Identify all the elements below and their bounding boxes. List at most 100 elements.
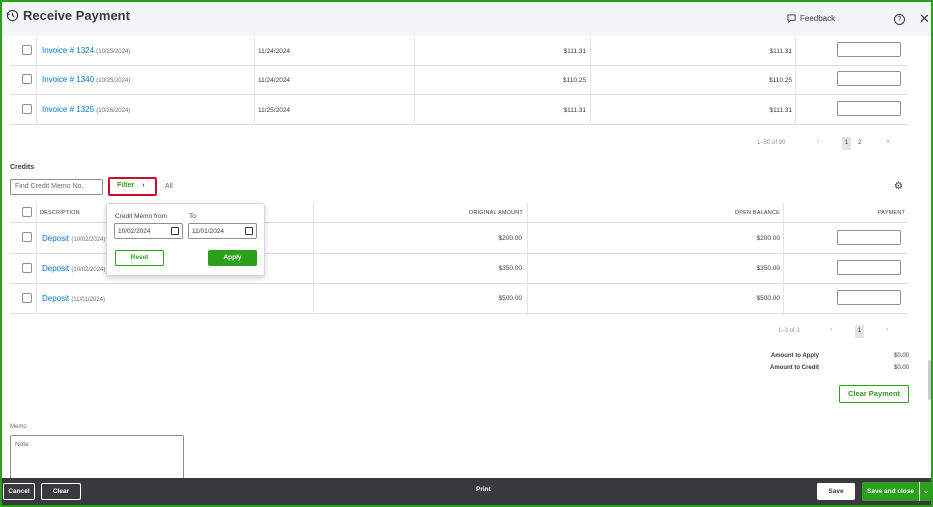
- open-balance: $500.00: [756, 295, 781, 302]
- page-title-text: Receive Payment: [23, 8, 130, 23]
- original-amount: $111.31: [563, 107, 586, 114]
- open-balance: $111.31: [769, 107, 792, 114]
- row-checkbox[interactable]: [22, 263, 32, 273]
- chat-icon: [787, 14, 796, 23]
- row-checkbox[interactable]: [22, 293, 32, 303]
- row-checkbox[interactable]: [22, 232, 32, 242]
- invoice-row: Invoice # 1340 (10/25/2024) 11/24/2024 $…: [10, 66, 908, 95]
- pager-next-icon[interactable]: ›: [886, 327, 888, 333]
- invoice-pager-range: 1–50 of 90: [757, 140, 786, 146]
- original-amount: $200.00: [498, 235, 523, 242]
- header-bar: Receive Payment Feedback ? ✕: [2, 2, 931, 36]
- payment-input[interactable]: [837, 260, 901, 275]
- column-divider: [313, 203, 314, 314]
- column-divider: [254, 37, 255, 125]
- filter-all-label: All: [165, 183, 173, 190]
- col-open-balance: OPEN BALANCE: [734, 210, 780, 216]
- payment-input[interactable]: [837, 290, 901, 305]
- payment-input[interactable]: [837, 42, 901, 57]
- deposit-link[interactable]: Deposit (11/01/2024): [42, 294, 105, 303]
- feedback-label: Feedback: [800, 14, 836, 23]
- open-balance: $110.25: [768, 77, 792, 84]
- footer-bar: Cancel Clear Print Save Save and close ⌄: [2, 478, 932, 505]
- scrollbar-thumb[interactable]: [928, 360, 931, 400]
- due-date: 11/24/2024: [258, 77, 291, 84]
- original-amount: $111.31: [563, 48, 586, 55]
- credits-pager-range: 1–3 of 3: [778, 328, 800, 334]
- save-and-close-button[interactable]: Save and close ⌄: [862, 482, 932, 501]
- from-label: Credit Memo from: [115, 213, 168, 220]
- amount-to-credit-label: Amount to Credit: [770, 365, 819, 371]
- memo-textarea[interactable]: Note: [10, 435, 184, 480]
- open-balance: $350.00: [756, 265, 781, 272]
- column-divider: [783, 203, 784, 314]
- cancel-button[interactable]: Cancel: [3, 483, 35, 500]
- deposit-link[interactable]: Deposit (10/02/2024): [42, 234, 105, 243]
- pager-page-1[interactable]: 1: [855, 325, 864, 338]
- col-original-amount: ORIGINAL AMOUNT: [468, 210, 523, 216]
- column-divider: [36, 203, 37, 314]
- to-date-input[interactable]: 11/01/2024: [188, 223, 257, 239]
- amount-to-apply-value: $0.00: [893, 353, 909, 359]
- column-divider: [795, 37, 796, 125]
- close-icon[interactable]: ✕: [919, 11, 930, 27]
- pager-page-1[interactable]: 1: [842, 137, 851, 150]
- due-date: 11/25/2024: [258, 107, 291, 114]
- original-amount: $350.00: [498, 265, 523, 272]
- original-amount: $500.00: [498, 295, 523, 302]
- memo-label: Memo: [10, 424, 27, 430]
- amount-to-apply-label: Amount to Apply: [770, 353, 819, 359]
- credit-row: Deposit (11/01/2024) $500.00 $500.00: [10, 284, 908, 314]
- original-amount: $110.25: [562, 77, 586, 84]
- column-divider: [527, 203, 528, 314]
- row-checkbox[interactable]: [22, 45, 32, 55]
- col-description: DESCRIPTION: [40, 210, 80, 216]
- invoice-link[interactable]: Invoice # 1340 (10/25/2024): [42, 75, 130, 84]
- from-date-input[interactable]: 10/02/2024: [114, 223, 183, 239]
- reset-button[interactable]: Reset: [115, 250, 164, 266]
- payment-input[interactable]: [837, 101, 901, 116]
- save-and-close-label: Save and close: [867, 488, 914, 495]
- col-payment: PAYMENT: [877, 210, 905, 216]
- pager-prev-icon[interactable]: ‹: [830, 327, 832, 333]
- column-divider: [36, 37, 37, 125]
- chevron-down-icon[interactable]: ⌄: [919, 482, 932, 501]
- clear-payment-button[interactable]: Clear Payment: [839, 385, 909, 403]
- to-label: To: [189, 213, 196, 220]
- clear-button[interactable]: Clear: [41, 483, 81, 500]
- invoice-link[interactable]: Invoice # 1325 (10/26/2024): [42, 105, 130, 114]
- gear-icon[interactable]: ⚙: [894, 181, 903, 192]
- apply-button[interactable]: Apply: [208, 250, 257, 266]
- row-checkbox[interactable]: [22, 104, 32, 114]
- pager-prev-icon[interactable]: ‹: [817, 139, 819, 145]
- payment-input[interactable]: [837, 71, 901, 86]
- chevron-right-icon: ›: [142, 182, 145, 189]
- filter-button[interactable]: Filter ›: [108, 177, 157, 196]
- open-balance: $200.00: [756, 235, 781, 242]
- invoice-row: Invoice # 1325 (10/26/2024) 11/25/2024 $…: [10, 95, 908, 125]
- help-icon[interactable]: ?: [894, 14, 905, 25]
- credit-memo-search-input[interactable]: Find Credit Memo No.: [10, 179, 103, 195]
- credits-section-title: Credits: [10, 164, 35, 171]
- print-button[interactable]: Print: [476, 486, 491, 493]
- save-button[interactable]: Save: [817, 483, 855, 500]
- calendar-icon: [171, 227, 179, 235]
- select-all-checkbox[interactable]: [22, 207, 32, 217]
- pager-page-2[interactable]: 2: [858, 140, 861, 146]
- filter-label: Filter: [117, 182, 135, 189]
- pager-next-icon[interactable]: ›: [887, 139, 889, 145]
- deposit-link[interactable]: Deposit (10/02/2024): [42, 264, 105, 273]
- payment-input[interactable]: [837, 230, 901, 245]
- calendar-icon: [245, 227, 253, 235]
- invoice-row: Invoice # 1324 (10/25/2024) 11/24/2024 $…: [10, 37, 908, 66]
- invoice-link[interactable]: Invoice # 1324 (10/25/2024): [42, 46, 130, 55]
- amount-to-credit-value: $0.00: [893, 365, 909, 371]
- row-checkbox[interactable]: [22, 74, 32, 84]
- feedback-button[interactable]: Feedback: [787, 14, 835, 23]
- due-date: 11/24/2024: [258, 48, 291, 55]
- open-balance: $111.31: [769, 48, 792, 55]
- filter-popup: Credit Memo from To 10/02/2024 11/01/202…: [106, 203, 265, 276]
- history-icon: [6, 9, 19, 22]
- column-divider: [590, 37, 591, 125]
- column-divider: [414, 37, 415, 125]
